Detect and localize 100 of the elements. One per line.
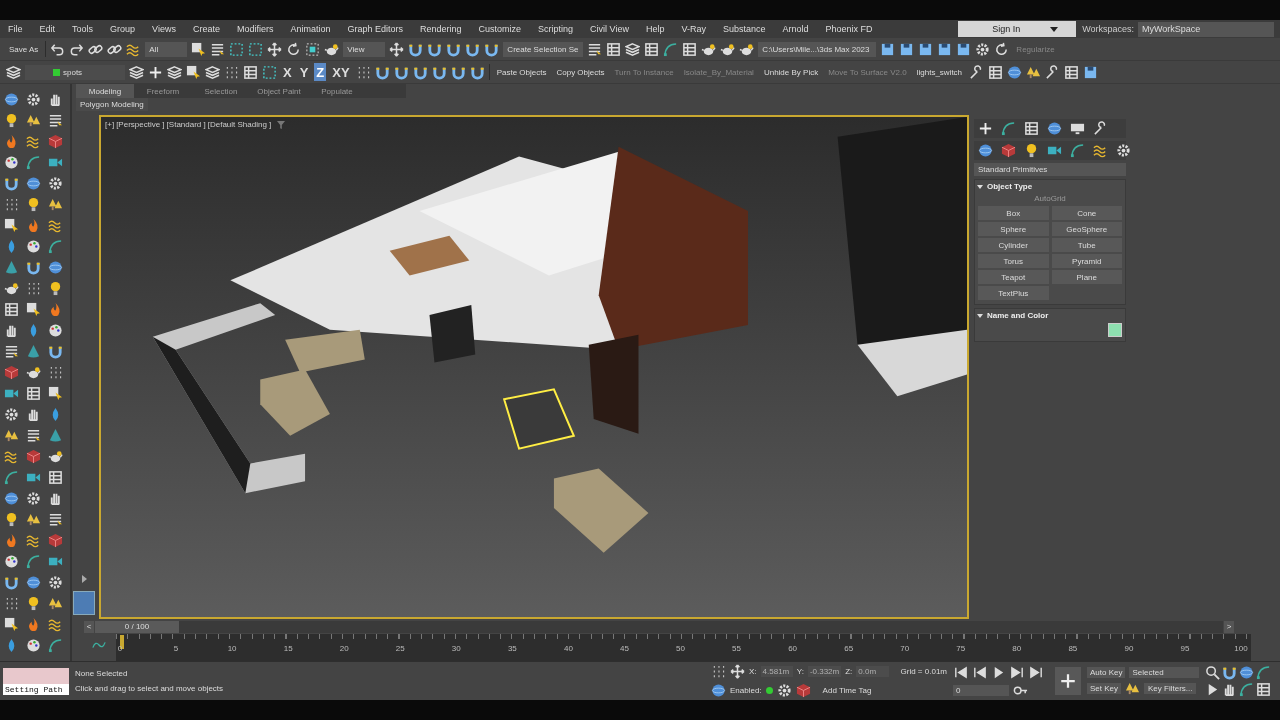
rotate-icon[interactable] — [286, 41, 302, 57]
time-slider-thumb[interactable]: 0 / 100 — [95, 620, 179, 633]
cone-icon[interactable] — [47, 428, 63, 443]
teapot-icon[interactable] — [47, 449, 63, 464]
script-button[interactable]: Paste Objects — [493, 67, 550, 77]
palette-icon[interactable] — [47, 323, 63, 338]
primitive-button[interactable]: Plane — [1051, 270, 1122, 284]
layer-dropdown[interactable]: spots — [25, 64, 125, 80]
script-button[interactable]: Copy Objects — [553, 67, 608, 77]
teapot-icon[interactable] — [25, 365, 41, 380]
viewport-label[interactable]: [Perspective ] — [116, 120, 165, 129]
hand-icon[interactable] — [1222, 682, 1237, 697]
layers-icon[interactable] — [129, 64, 144, 80]
time-marker[interactable] — [120, 635, 124, 649]
sphere-icon[interactable] — [1007, 64, 1023, 80]
go-to-start-icon[interactable] — [953, 664, 968, 680]
sphere-icon[interactable] — [25, 176, 41, 191]
menu-item[interactable]: Create — [192, 24, 220, 34]
timeline-ruler[interactable]: 0 5 10 15 20 25 30 35 40 45 50 55 60 65 70 75 80 85 90 95 100 — [116, 634, 1251, 661]
time-slider-track[interactable]: 0 / 100 — [95, 620, 1223, 633]
next-key-icon[interactable] — [1010, 664, 1025, 680]
ribbon-tab[interactable]: Modeling — [76, 84, 134, 98]
magnet-icon[interactable] — [25, 260, 41, 275]
menu-item[interactable]: Group — [110, 24, 136, 34]
teapot-icon[interactable] — [324, 41, 340, 57]
tree-icon[interactable] — [25, 512, 41, 527]
move-icon[interactable] — [389, 41, 405, 57]
dashrect-icon[interactable] — [248, 41, 264, 57]
scale-icon[interactable] — [305, 41, 321, 57]
primitive-button[interactable]: Torus — [978, 254, 1049, 268]
primitive-button[interactable]: Sphere — [978, 222, 1049, 236]
viewport-label[interactable]: [+] — [105, 120, 115, 129]
table-icon[interactable] — [1256, 682, 1271, 697]
menu-item[interactable]: Rendering — [420, 24, 462, 34]
set-key-button[interactable]: Set Key — [1087, 682, 1121, 694]
expand-arrow-icon[interactable] — [81, 575, 87, 583]
palette-icon[interactable] — [25, 239, 41, 254]
save-icon[interactable] — [956, 41, 972, 57]
curve-icon[interactable] — [47, 638, 63, 653]
selection-filter-dropdown[interactable]: All — [145, 41, 188, 57]
selection-set-dropdown[interactable]: Create Selection Se — [503, 41, 584, 57]
monitor-icon[interactable] — [1070, 121, 1085, 136]
filter-icon[interactable] — [277, 120, 286, 129]
layers-icon[interactable] — [6, 64, 21, 80]
palette-icon[interactable] — [3, 554, 19, 569]
table-icon[interactable] — [25, 386, 41, 401]
key-filters-button[interactable]: Key Filters... — [1144, 682, 1197, 694]
plus-icon[interactable] — [148, 64, 163, 80]
primitive-button[interactable]: TextPlus — [978, 286, 1049, 300]
previous-frame-button[interactable]: < — [84, 620, 94, 633]
sphere-icon[interactable] — [1239, 665, 1254, 680]
search-icon[interactable] — [1205, 665, 1220, 680]
coordinate-field[interactable]: 4.581m — [760, 666, 793, 677]
script-button[interactable]: Unhide By Pick — [760, 67, 822, 77]
category-dropdown[interactable]: Standard Primitives — [974, 163, 1126, 176]
layers-icon[interactable] — [205, 64, 220, 80]
dashrect-icon[interactable] — [262, 64, 277, 80]
magnet-icon[interactable] — [47, 344, 63, 359]
curve-icon[interactable] — [47, 239, 63, 254]
sphere-icon[interactable] — [978, 143, 993, 158]
current-frame-field[interactable]: 0 — [953, 684, 1009, 696]
ribbon-panel-title[interactable]: Polygon Modeling — [76, 98, 148, 111]
table-icon[interactable] — [3, 302, 19, 317]
viewport-label[interactable]: [Standard ] — [166, 120, 206, 129]
teapot-icon[interactable] — [739, 41, 755, 57]
table-icon[interactable] — [243, 64, 258, 80]
magnet-icon[interactable] — [1222, 665, 1237, 680]
list-icon[interactable] — [3, 344, 19, 359]
primitive-button[interactable]: GeoSphere — [1051, 222, 1122, 236]
ribbon-tab[interactable]: Populate — [308, 84, 366, 98]
curve-icon[interactable] — [1001, 121, 1016, 136]
save-icon[interactable] — [899, 41, 915, 57]
cone-icon[interactable] — [25, 344, 41, 359]
curve-icon[interactable] — [1070, 143, 1085, 158]
list-icon[interactable] — [587, 41, 603, 57]
axis-button[interactable]: Y — [297, 63, 311, 81]
auto-key-button[interactable]: Auto Key — [1087, 666, 1126, 678]
reference-coordinate-dropdown[interactable]: View — [343, 41, 386, 57]
tree-icon[interactable] — [3, 428, 19, 443]
menu-item[interactable]: Modifiers — [236, 24, 274, 34]
wave-icon[interactable] — [25, 533, 41, 548]
key-filter-icon[interactable] — [1125, 680, 1140, 696]
curve-editor-icon[interactable] — [92, 640, 106, 650]
sphere-icon[interactable] — [711, 683, 726, 698]
gear-icon[interactable] — [47, 176, 63, 191]
go-to-end-icon[interactable] — [1029, 664, 1044, 680]
save-icon[interactable] — [1083, 64, 1099, 80]
sphere-icon[interactable] — [1047, 121, 1062, 136]
palette-icon[interactable] — [3, 155, 19, 170]
select-icon[interactable] — [186, 64, 201, 80]
rotate-icon[interactable] — [994, 41, 1010, 57]
list-icon[interactable] — [210, 41, 226, 57]
wrench-icon[interactable] — [1093, 121, 1108, 136]
coordinate-field[interactable]: -0.332m — [807, 666, 842, 677]
gear-icon[interactable] — [25, 491, 41, 506]
table-icon[interactable] — [1064, 64, 1080, 80]
cube-icon[interactable] — [25, 449, 41, 464]
select-icon[interactable] — [3, 218, 19, 233]
curve-icon[interactable] — [25, 554, 41, 569]
select-icon[interactable] — [191, 41, 207, 57]
